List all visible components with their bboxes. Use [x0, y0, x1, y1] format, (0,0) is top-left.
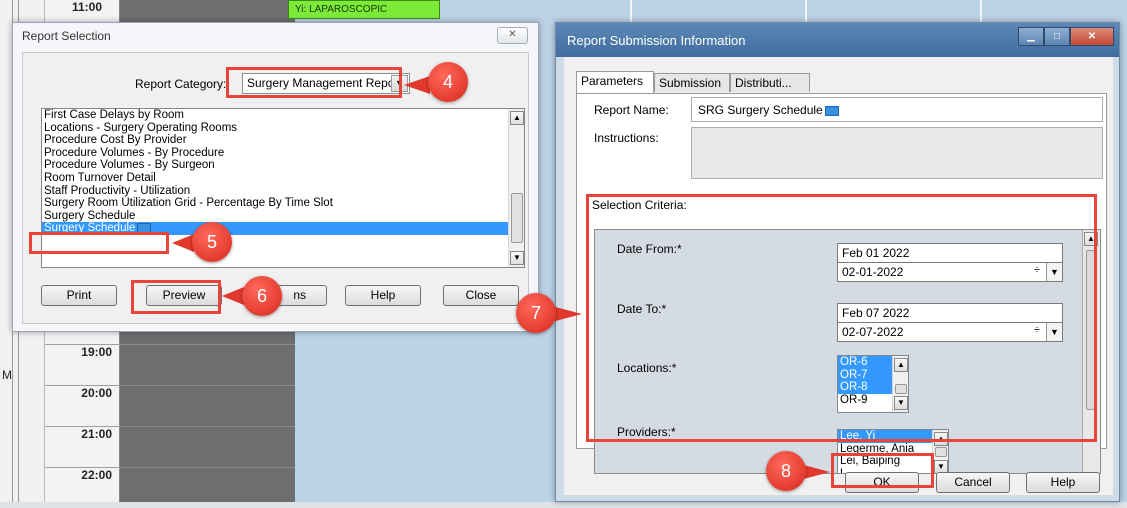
list-item-label: Procedure Cost By Provider	[44, 134, 187, 147]
time-label: 22:00	[81, 468, 112, 482]
list-item-label: Surgery Room Utilization Grid - Percenta…	[44, 197, 333, 210]
highlight-box	[29, 232, 169, 254]
close-button[interactable]: Close	[443, 285, 519, 306]
selection-marker	[824, 105, 839, 116]
step-6-marker: 6	[242, 276, 282, 316]
grid-line	[120, 344, 295, 345]
list-item-label: Procedure Volumes - By Procedure	[44, 146, 225, 159]
list-item-label: Locations - Surgery Operating Rooms	[44, 121, 238, 134]
scroll-down-icon[interactable]: ▼	[510, 251, 524, 265]
list-item-label: Surgery Schedule	[44, 209, 136, 222]
list-item[interactable]: Procedure Cost By Provider	[42, 134, 524, 147]
case-block[interactable]: Yi: LAPAROSCOPIC	[288, 0, 440, 19]
time-label: 19:00	[81, 345, 112, 359]
scroll-thumb[interactable]	[935, 447, 947, 457]
callout-pointer	[222, 287, 244, 305]
list-item-label: Room Turnover Detail	[44, 171, 156, 184]
highlight-box	[226, 67, 402, 98]
list-item[interactable]: First Case Delays by Room	[42, 109, 524, 122]
list-item[interactable]: Procedure Volumes - By Procedure	[42, 147, 524, 160]
highlight-box	[831, 453, 934, 488]
report-list-scrollbar[interactable]: ▲ ▼	[508, 109, 524, 267]
edge-label: M	[2, 368, 12, 382]
report-name-value: SRG Surgery Schedule	[698, 103, 823, 117]
time-label: 21:00	[81, 427, 112, 441]
callout-pointer	[172, 234, 194, 252]
close-icon[interactable]: ✕	[497, 27, 528, 44]
grid-line	[120, 426, 295, 427]
report-category-label: Report Category:	[135, 77, 227, 91]
instructions-field	[691, 127, 1103, 179]
list-item[interactable]: Locations - Surgery Operating Rooms	[42, 122, 524, 135]
highlight-box	[131, 280, 221, 314]
time-label: 20:00	[81, 386, 112, 400]
time-slot: 21:00	[45, 426, 120, 467]
help-button[interactable]: Help	[1026, 472, 1100, 493]
list-item[interactable]: Room Turnover Detail	[42, 172, 524, 185]
schedule-top-row: 11:00	[0, 0, 1127, 24]
step-4-marker: 4	[428, 62, 468, 102]
step-7-marker: 7	[516, 293, 556, 333]
list-item-label: Staff Productivity - Utilization	[44, 184, 191, 197]
list-item-label: First Case Delays by Room	[44, 109, 184, 121]
tab-distribution[interactable]: Distributi...	[730, 73, 810, 92]
close-icon[interactable]: ✕	[1070, 27, 1114, 46]
step-5-marker: 5	[192, 222, 232, 262]
time-label: 11:00	[72, 0, 103, 14]
time-slot: 19:00	[45, 344, 120, 385]
report-name-field[interactable]: SRG Surgery Schedule	[691, 97, 1103, 122]
grid-line	[120, 385, 295, 386]
help-button[interactable]: Help	[345, 285, 421, 306]
tab-parameters[interactable]: Parameters	[576, 71, 654, 93]
window-controls: ▁ □ ✕	[1018, 27, 1114, 46]
list-item[interactable]: Surgery Room Utilization Grid - Percenta…	[42, 197, 524, 210]
scroll-thumb[interactable]	[511, 193, 523, 243]
dialog-title: Report Selection	[13, 23, 538, 50]
report-list-items: First Case Delays by Room Locations - Sur…	[42, 109, 524, 235]
scroll-up-icon[interactable]: ▲	[510, 111, 524, 125]
callout-pointer	[404, 76, 430, 94]
instructions-label: Instructions:	[594, 131, 659, 145]
print-button[interactable]: Print	[41, 285, 117, 306]
list-item[interactable]: Staff Productivity - Utilization	[42, 185, 524, 198]
cancel-button[interactable]: Cancel	[936, 472, 1010, 493]
maximize-icon[interactable]: □	[1044, 27, 1070, 46]
list-item[interactable]: Procedure Volumes - By Surgeon	[42, 159, 524, 172]
step-8-marker: 8	[766, 451, 806, 491]
list-item[interactable]: Surgery Schedule	[42, 210, 524, 223]
list-item-label: Procedure Volumes - By Surgeon	[44, 159, 215, 172]
report-name-label: Report Name:	[594, 103, 669, 117]
minimize-icon[interactable]: ▁	[1018, 27, 1044, 46]
grid-line	[120, 467, 295, 468]
tab-submission[interactable]: Submission	[654, 73, 730, 92]
time-slot: 20:00	[45, 385, 120, 426]
highlight-box	[586, 194, 1097, 442]
